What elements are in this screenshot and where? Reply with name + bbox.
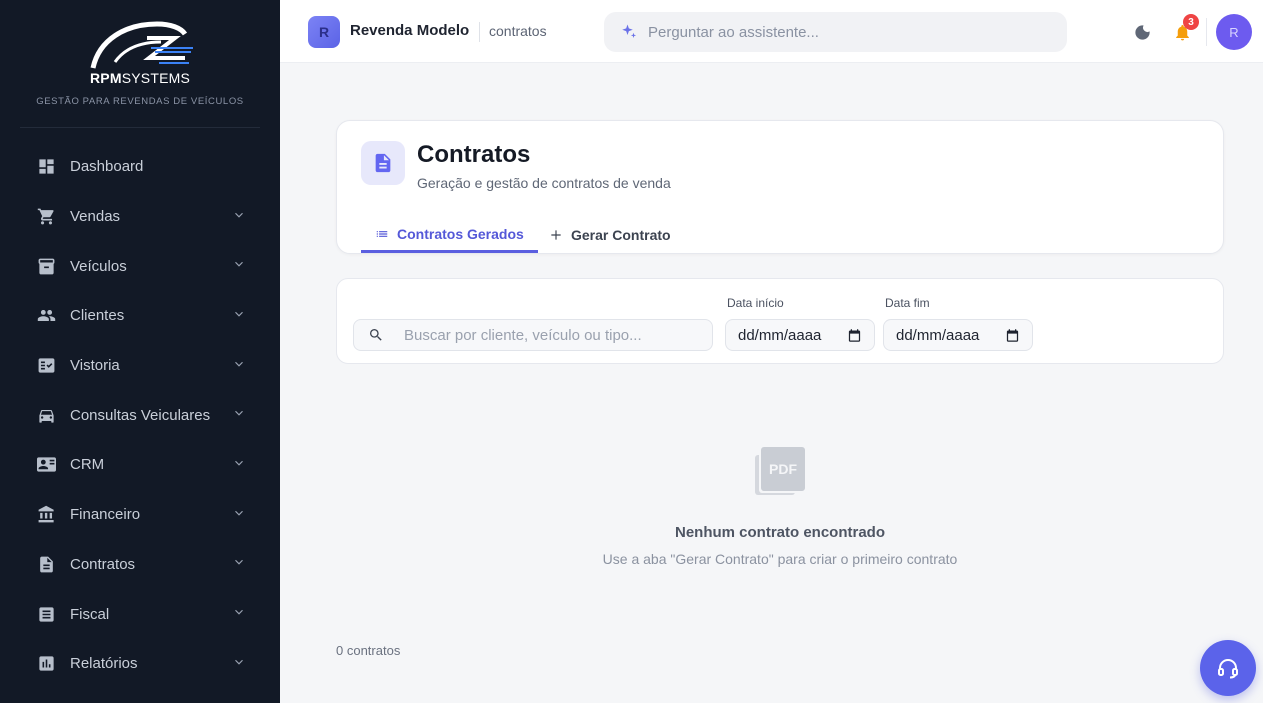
empty-state-title: Nenhum contrato encontrado: [674, 524, 885, 541]
dark-mode-toggle[interactable]: [1130, 20, 1154, 44]
bank-icon: [36, 505, 56, 525]
chevron-down-icon: [232, 555, 246, 573]
search-input[interactable]: [404, 326, 694, 344]
sidebar-item-label: Relatórios: [70, 655, 138, 673]
search-icon: [370, 329, 382, 341]
car-icon: [36, 405, 56, 425]
sidebar-item-dashboard[interactable]: Dashboard: [0, 142, 280, 192]
sparkle-icon: [622, 24, 637, 38]
store-name: Revenda Modelo: [350, 22, 470, 39]
plus-icon: [551, 230, 561, 240]
sidebar-item-label: Veículos: [70, 257, 127, 275]
sidebar-item-vendas[interactable]: Vendas: [0, 192, 280, 242]
start-date-value: dd/mm/aaaa: [738, 326, 822, 344]
chevron-down-icon: [232, 456, 246, 474]
sidebar-item-vistoria[interactable]: Vistoria: [0, 341, 280, 391]
people-icon: [36, 306, 56, 326]
chevron-down-icon: [232, 257, 246, 275]
list-icon: [376, 230, 388, 237]
svg-text:PDF: PDF: [769, 461, 797, 477]
calendar-icon: [848, 328, 861, 342]
breadcrumb: contratos: [489, 23, 547, 39]
sidebar: RPMSYSTEMS GESTÃO PARA REVENDAS DE VEÍCU…: [0, 0, 280, 703]
sidebar-item-label: Dashboard: [70, 158, 144, 176]
brand: RPMSYSTEMS GESTÃO PARA REVENDAS DE VEÍCU…: [20, 0, 260, 128]
dashboard-icon: [36, 157, 56, 177]
search-field[interactable]: [353, 319, 713, 351]
assistant-placeholder: Perguntar ao assistente...: [648, 23, 819, 41]
store-avatar[interactable]: R: [308, 16, 340, 48]
rpm-logo-icon: [85, 18, 195, 76]
tab-label: Gerar Contrato: [571, 227, 671, 243]
sidebar-item-label: Financeiro: [70, 506, 141, 524]
moon-icon: [1134, 24, 1150, 40]
results-count: 0 contratos: [336, 643, 401, 658]
calendar-icon: [1006, 328, 1019, 342]
end-date-input[interactable]: dd/mm/aaaa: [883, 319, 1033, 351]
archive-icon: [36, 256, 56, 276]
pdf-icon: PDF: [755, 447, 805, 497]
sidebar-item-label: CRM: [70, 456, 105, 474]
chevron-down-icon: [232, 506, 246, 524]
chevron-down-icon: [232, 307, 246, 325]
sidebar-item-label: Clientes: [70, 307, 125, 325]
sidebar-item-contratos[interactable]: Contratos: [0, 540, 280, 590]
tab-gerar-contrato[interactable]: Gerar Contrato: [535, 217, 685, 253]
user-avatar[interactable]: R: [1216, 14, 1252, 50]
start-date-input[interactable]: dd/mm/aaaa: [725, 319, 875, 351]
receipt-icon: [36, 604, 56, 624]
notification-badge: 3: [1183, 14, 1199, 30]
tab-label: Contratos Gerados: [397, 225, 524, 242]
start-date-label: Data início: [727, 296, 784, 310]
tab-contratos-gerados[interactable]: Contratos Gerados: [361, 217, 538, 253]
chevron-down-icon: [232, 655, 246, 673]
filters-card: Data início dd/mm/aaaa Data fim dd/mm/aa…: [336, 278, 1224, 364]
cart-icon: [36, 207, 56, 227]
sidebar-item-label: Vendas: [70, 208, 121, 226]
document-icon: [36, 554, 56, 574]
top-header: R Revenda Modelo contratos Perguntar ao …: [280, 0, 1263, 63]
sidebar-item-financeiro[interactable]: Financeiro: [0, 490, 280, 540]
sidebar-item-relatorios[interactable]: Relatórios: [0, 639, 280, 689]
assistant-input[interactable]: Perguntar ao assistente...: [604, 12, 1067, 52]
sidebar-item-label: Fiscal: [70, 605, 110, 623]
breadcrumb-divider: [479, 22, 480, 42]
chevron-down-icon: [232, 605, 246, 623]
sidebar-item-label: Contratos: [70, 555, 136, 573]
sidebar-item-fiscal[interactable]: Fiscal: [0, 589, 280, 639]
sidebar-item-crm[interactable]: CRM: [0, 440, 280, 490]
document-icon: [361, 141, 405, 185]
brand-tagline: GESTÃO PARA REVENDAS DE VEÍCULOS: [36, 96, 244, 107]
empty-state-subtitle: Use a aba "Gerar Contrato" para criar o …: [602, 551, 958, 567]
page-title: Contratos: [417, 141, 531, 168]
chevron-down-icon: [232, 208, 246, 226]
header-divider: [1206, 18, 1207, 46]
checklist-icon: [36, 356, 56, 376]
chevron-down-icon: [232, 357, 246, 375]
bar-chart-icon: [36, 654, 56, 674]
end-date-label: Data fim: [885, 296, 930, 310]
page-header-card: Contratos Geração e gestão de contratos …: [336, 120, 1224, 254]
sidebar-item-veiculos[interactable]: Veículos: [0, 241, 280, 291]
headset-icon: [1218, 659, 1238, 679]
end-date-value: dd/mm/aaaa: [896, 326, 980, 344]
chevron-down-icon: [232, 406, 246, 424]
sidebar-nav: Dashboard Vendas Veículos Clientes Visto…: [0, 128, 280, 689]
sidebar-item-label: Consultas Veiculares: [70, 406, 211, 424]
sidebar-item-label: Vistoria: [70, 357, 120, 375]
sidebar-item-clientes[interactable]: Clientes: [0, 291, 280, 341]
sidebar-item-consultas-veiculares[interactable]: Consultas Veiculares: [0, 390, 280, 440]
support-chat-button[interactable]: [1200, 640, 1256, 696]
page-subtitle: Geração e gestão de contratos de venda: [417, 175, 671, 191]
contact-card-icon: [36, 455, 56, 475]
